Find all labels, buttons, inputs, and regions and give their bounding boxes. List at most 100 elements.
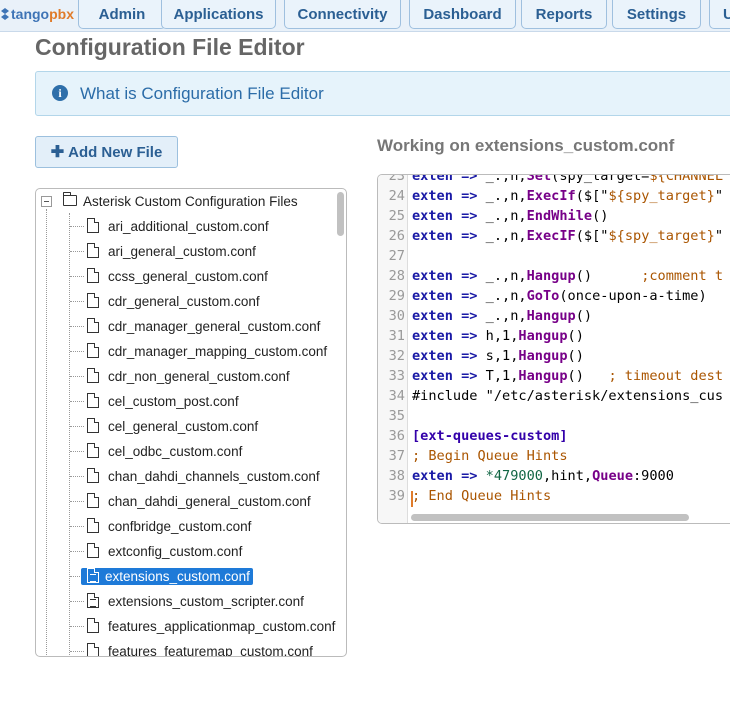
tangopbx-logo[interactable]: tangopbx [0,6,74,22]
add-new-file-label: Add New File [68,143,163,161]
collapse-icon[interactable] [41,196,52,207]
code-line[interactable]: exten => _.,n,ExecIF($["${spy_target}" [412,228,723,244]
code-line[interactable]: exten => _.,n,Set(spy_target=${CHANNEL [412,175,723,184]
tree-file-item[interactable]: cdr_manager_general_custom.conf [36,315,336,338]
line-number: 33 [388,368,405,384]
code-line[interactable]: [ext-queues-custom] [412,428,568,444]
code-line[interactable]: exten => _.,n,GoTo(once-upon-a-time) [412,288,707,304]
code-line[interactable]: ; End Queue Hints [412,488,551,504]
file-icon [87,643,99,656]
file-tree[interactable]: Asterisk Custom Configuration Files ari_… [35,188,347,657]
file-icon [87,343,99,358]
info-panel[interactable]: i What is Configuration File Editor [35,71,730,116]
tree-file-item[interactable]: ari_additional_custom.conf [36,215,336,238]
line-number: 28 [388,268,405,284]
tree-file-label: extensions_custom_scripter.conf [108,594,304,609]
line-number: 32 [388,348,405,364]
line-number: 30 [388,308,405,324]
tree-connector [70,551,84,552]
tree-scrollbar[interactable] [337,192,344,236]
tree-file-label: cel_odbc_custom.conf [108,444,243,459]
line-number: 26 [388,228,405,244]
top-nav-bar: tangopbx Admin Applications Connectivity… [0,0,730,32]
code-line[interactable]: exten => _.,n,Hangup() ;comment t [412,268,723,284]
tree-connector [70,351,84,352]
code-line[interactable]: exten => s,1,Hangup() [412,348,584,364]
tree-file-label: confbridge_custom.conf [108,519,252,534]
nav-tab-connectivity[interactable]: Connectivity [284,0,401,29]
tree-file-item[interactable]: cel_odbc_custom.conf [36,440,336,463]
tree-connector [70,251,84,252]
line-number: 37 [388,448,405,464]
info-panel-link[interactable]: What is Configuration File Editor [80,84,324,104]
tree-connector [70,451,84,452]
tree-file-item[interactable]: extensions_custom.conf [36,565,336,588]
logo-mark-icon [1,8,9,20]
tree-file-item[interactable]: features_featuremap_custom.conf [36,640,336,657]
file-text-icon [87,593,99,608]
tree-file-item[interactable]: cdr_manager_mapping_custom.conf [36,340,336,363]
file-icon [87,218,99,233]
code-line[interactable]: exten => *479000,hint,Queue:9000 [412,468,674,484]
tree-file-label: extensions_custom.conf [81,568,253,585]
tree-connector [70,626,84,627]
code-line[interactable]: #include "/etc/asterisk/extensions_cus [412,388,723,404]
tree-file-label: chan_dahdi_general_custom.conf [108,494,311,509]
file-icon [87,518,99,533]
code-line[interactable]: exten => _.,n,EndWhile() [412,208,608,224]
file-icon [87,468,99,483]
tree-file-label: ari_general_custom.conf [108,244,256,259]
file-icon [87,493,99,508]
editor-horizontal-scrollbar[interactable] [411,514,689,521]
nav-tab-applications[interactable]: Applications [161,0,276,29]
tree-file-item[interactable]: cdr_non_general_custom.conf [36,365,336,388]
line-number: 31 [388,328,405,344]
tree-file-label: cdr_general_custom.conf [108,294,260,309]
file-text-icon [87,568,99,583]
code-line[interactable]: exten => _.,n,Hangup() [412,308,592,324]
info-icon: i [52,85,68,101]
file-icon [87,243,99,258]
line-number: 35 [388,408,405,424]
add-new-file-button[interactable]: ✚ Add New File [35,136,178,168]
code-line[interactable]: exten => h,1,Hangup() [412,328,584,344]
tree-file-item[interactable]: features_applicationmap_custom.conf [36,615,336,638]
plus-icon: ✚ [50,144,65,161]
tree-file-item[interactable]: chan_dahdi_channels_custom.conf [36,465,336,488]
tree-connector [70,276,84,277]
working-on-label: Working on extensions_custom.conf [377,136,675,155]
nav-tab-settings[interactable]: Settings [612,0,701,29]
tree-file-item[interactable]: cdr_general_custom.conf [36,290,336,313]
tree-file-item[interactable]: confbridge_custom.conf [36,515,336,538]
folder-icon [63,192,77,206]
tree-file-label: cel_general_custom.conf [108,419,259,434]
tree-file-item[interactable]: ari_general_custom.conf [36,240,336,263]
code-line[interactable]: exten => T,1,Hangup() ; timeout dest [412,368,723,384]
tree-file-item[interactable]: cel_custom_post.conf [36,390,336,413]
tree-connector [70,476,84,477]
tree-root-node[interactable]: Asterisk Custom Configuration Files [36,191,336,213]
tree-connector [70,326,84,327]
nav-tab-dashboard[interactable]: Dashboard [409,0,516,29]
tree-connector [70,601,84,602]
nav-tab-user[interactable]: U [709,0,730,29]
tree-file-item[interactable]: ccss_general_custom.conf [36,265,336,288]
code-editor[interactable]: 23 exten => _.,n,Set(spy_target=${CHANNEL… [377,174,730,524]
file-icon [87,293,99,308]
tree-connector [70,301,84,302]
tree-file-item[interactable]: chan_dahdi_general_custom.conf [36,490,336,513]
file-icon [87,418,99,433]
code-line[interactable]: ; Begin Queue Hints [412,448,568,464]
tree-file-label: cel_custom_post.conf [108,394,239,409]
line-number: 24 [388,188,405,204]
tree-file-item[interactable]: extensions_custom_scripter.conf [36,590,336,613]
tree-file-item[interactable]: cel_general_custom.conf [36,415,336,438]
code-line[interactable]: exten => _.,n,ExecIf($["${spy_target}" [412,188,723,204]
tree-file-item[interactable]: extconfig_custom.conf [36,540,336,563]
tree-connector [70,651,84,652]
tree-file-label: features_featuremap_custom.conf [108,644,313,657]
file-icon [87,368,99,383]
nav-tab-reports[interactable]: Reports [521,0,607,29]
file-icon [87,443,99,458]
nav-tab-admin[interactable]: Admin [78,0,166,29]
